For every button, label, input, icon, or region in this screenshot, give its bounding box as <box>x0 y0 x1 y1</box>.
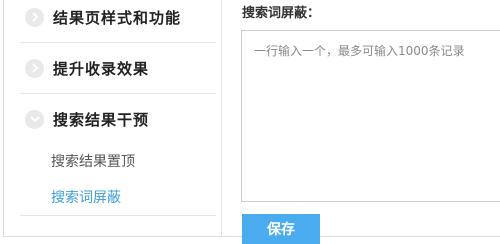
chevron-right-icon <box>25 58 44 78</box>
sidebar-section-improve-indexing[interactable]: 提升收录效果 <box>20 43 215 93</box>
main-content: 搜索词屏蔽： 保存 <box>222 0 500 244</box>
sidebar-divider <box>20 215 216 216</box>
sidebar-section-result-page-style[interactable]: 结果页样式和功能 <box>20 0 215 42</box>
sidebar-section-search-intervention[interactable]: 搜索结果干预 <box>20 94 215 144</box>
sidebar-section-label: 提升收录效果 <box>53 59 150 78</box>
sidebar-section-label: 结果页样式和功能 <box>53 8 182 27</box>
settings-panel: 结果页样式和功能 提升收录效果 搜索结果干预 搜索结果置顶 搜索词屏蔽 搜索词屏… <box>0 0 500 244</box>
sidebar-item-search-result-pin[interactable]: 搜索结果置顶 <box>51 151 135 171</box>
chevron-right-icon <box>25 7 44 27</box>
blocked-terms-textarea[interactable] <box>241 30 500 202</box>
sidebar-section-label: 搜索结果干预 <box>53 110 150 129</box>
sidebar: 结果页样式和功能 提升收录效果 搜索结果干预 搜索结果置顶 搜索词屏蔽 <box>4 0 222 236</box>
field-label-blocked-terms: 搜索词屏蔽： <box>242 6 321 21</box>
chevron-down-icon <box>25 109 44 129</box>
sidebar-item-search-term-block[interactable]: 搜索词屏蔽 <box>51 187 121 207</box>
